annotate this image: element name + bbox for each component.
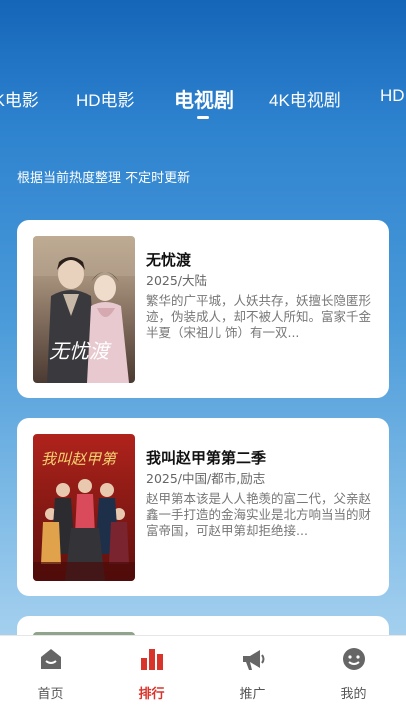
tab-tv-series[interactable]: 电视剧 xyxy=(174,84,234,113)
drama-title: 我叫赵甲第第二季 xyxy=(146,449,267,467)
nav-home-label: 首页 xyxy=(37,687,64,702)
nav-promote[interactable]: 推广 xyxy=(202,636,303,707)
tab-hd[interactable]: HD xyxy=(380,86,405,106)
nav-ranking-label: 排行 xyxy=(138,687,165,702)
list-subtitle: 根据当前热度整理 不定时更新 xyxy=(17,171,191,186)
poster-image: 我叫赵甲第 xyxy=(33,434,135,581)
svg-text:无忧渡: 无忧渡 xyxy=(49,339,112,363)
svg-text:我叫赵甲第: 我叫赵甲第 xyxy=(41,450,119,468)
nav-profile[interactable]: 我的 xyxy=(303,636,404,707)
ranking-icon xyxy=(141,649,163,670)
nav-ranking[interactable]: 排行 xyxy=(101,636,202,707)
active-tab-indicator xyxy=(197,116,209,119)
home-icon xyxy=(41,649,61,669)
megaphone-icon xyxy=(243,650,265,670)
drama-card[interactable]: 无忧渡 无忧渡 2025/大陆 繁华的广平城，人妖共存，妖擅长隐匿形迹，伪装成人… xyxy=(17,220,389,398)
drama-meta: 2025/大陆 xyxy=(146,273,208,288)
bottom-navigation: 首页 排行 推广 我的 xyxy=(0,635,406,707)
poster-image: 无忧渡 xyxy=(33,236,135,383)
profile-icon xyxy=(343,648,365,670)
drama-description: 繁华的广平城，人妖共存，妖擅长隐匿形迹，伪装成人，却不被人所知。富家千金半夏（宋… xyxy=(146,293,372,340)
nav-promote-label: 推广 xyxy=(239,687,266,702)
nav-profile-label: 我的 xyxy=(340,687,367,702)
tab-hd-movie[interactable]: HD电影 xyxy=(76,86,135,111)
drama-card[interactable]: 我叫赵甲第 我叫赵甲第第二季 2025/中国/都市,励志 赵甲第本该是人人艳羡的… xyxy=(17,418,389,596)
drama-meta: 2025/中国/都市,励志 xyxy=(146,471,266,486)
drama-description: 赵甲第本该是人人艳羡的富二代，父亲赵鑫一手打造的金海实业是北方响当当的财富帝国，… xyxy=(146,491,372,538)
tab-4k-tv-series[interactable]: 4K电视剧 xyxy=(269,86,341,111)
drama-title: 无忧渡 xyxy=(146,251,192,269)
nav-home[interactable]: 首页 xyxy=(0,636,101,707)
tab-4k-movie[interactable]: 4K电影 xyxy=(0,86,39,111)
